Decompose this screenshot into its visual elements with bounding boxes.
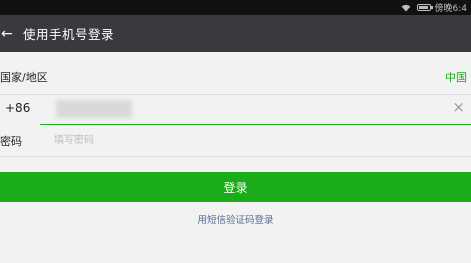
clear-icon[interactable]: × (452, 98, 465, 116)
title-bar: ← 使用手机号登录 (0, 15, 471, 52)
region-row[interactable]: 国家/地区 中国 (0, 62, 471, 93)
password-row: 密码 (0, 125, 471, 156)
region-label: 国家/地区 (0, 71, 48, 84)
battery-icon (416, 4, 433, 11)
password-divider (0, 156, 471, 157)
password-label: 密码 (0, 135, 22, 148)
login-button[interactable]: 登录 (0, 172, 471, 202)
status-bar: 傍晚6:4 (0, 0, 471, 15)
region-value[interactable]: 中国 (445, 69, 467, 85)
phone-row: +86 × (0, 93, 471, 124)
wifi-icon (401, 4, 410, 11)
sms-login-link[interactable]: 用短信验证码登录 (0, 212, 471, 226)
status-time: 傍晚6:4 (434, 4, 468, 14)
phone-number-field[interactable] (56, 100, 132, 118)
page-title: 使用手机号登录 (23, 27, 115, 42)
password-input[interactable] (54, 131, 434, 149)
country-code[interactable]: +86 (5, 101, 30, 115)
back-arrow-icon[interactable]: ← (0, 15, 18, 52)
